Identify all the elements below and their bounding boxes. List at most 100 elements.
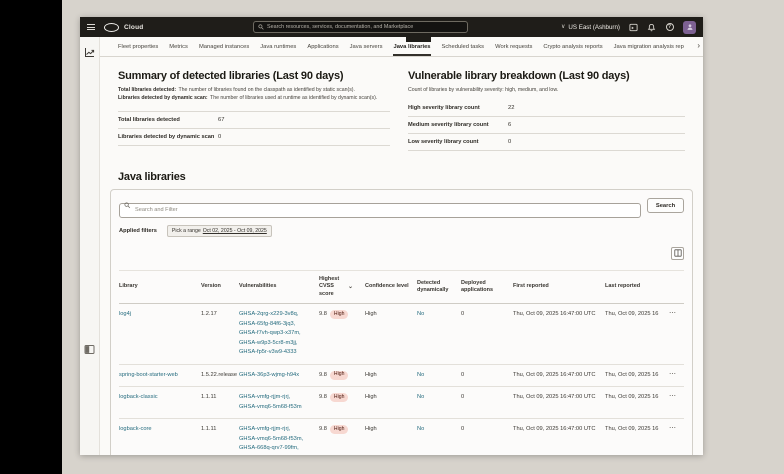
cell-actions: ⋯ <box>669 419 684 441</box>
row-actions-icon[interactable]: ⋯ <box>669 393 677 400</box>
severity-badge: High <box>330 393 348 402</box>
vulnerability-link[interactable]: GHSA-w9p3-5cr8-m3jj, <box>239 340 297 346</box>
cell-last-reported: Thu, Oct 09, 2025 16 <box>605 419 669 441</box>
col-detected[interactable]: Detected dynamically <box>417 275 461 300</box>
manage-columns-icon[interactable] <box>671 247 684 260</box>
announcements-icon[interactable] <box>647 23 656 32</box>
table-row: logback-classic1.1.11GHSA-vmfg-rjjm-rjrj… <box>119 387 684 419</box>
row-actions-icon[interactable]: ⋯ <box>669 310 677 317</box>
col-confidence[interactable]: Confidence level <box>365 278 417 295</box>
hamburger-menu-icon[interactable] <box>87 24 95 30</box>
topbar-search[interactable] <box>253 21 468 33</box>
user-avatar[interactable] <box>683 21 696 34</box>
app-window: Cloud ∨ US East (Ashburn) ? <box>80 17 703 455</box>
tab-scheduled-tasks[interactable]: Scheduled tasks <box>442 37 485 56</box>
topbar-search-input[interactable] <box>267 24 463 30</box>
vulnerability-line: GHSA-f7vh-qwp3-x37m, <box>239 329 313 339</box>
fleet-metrics-icon[interactable] <box>84 45 95 56</box>
cell-detected-dynamically: No <box>417 304 461 326</box>
detected-dynamically-link[interactable]: No <box>417 394 424 400</box>
tab-crypto-analysis-reports[interactable]: Crypto analysis reports <box>543 37 602 56</box>
col-cvss[interactable]: Highest CVSS score ⌄ <box>319 271 365 303</box>
cell-first-reported: Thu, Oct 09, 2025 16:47:00 UTC <box>513 365 605 387</box>
vulnerability-link[interactable]: GHSA-2qrg-x229-3v8q, <box>239 311 298 317</box>
tab-managed-instances[interactable]: Managed instances <box>199 37 249 56</box>
library-link[interactable]: logback-classic <box>119 394 158 400</box>
summary-title: Summary of detected libraries (Last 90 d… <box>118 70 390 82</box>
col-version[interactable]: Version <box>201 278 239 295</box>
cell-first-reported: Thu, Oct 09, 2025 16:47:00 UTC <box>513 387 605 409</box>
col-deployed[interactable]: Deployed applications <box>461 275 513 300</box>
vulnerability-link[interactable]: GHSA-f7vh-qwp3-x37m, <box>239 330 301 336</box>
vulnerability-line: GHSA-668q-qrv7-99fm, <box>239 444 313 454</box>
tab-applications[interactable]: Applications <box>307 37 338 56</box>
tab-java-runtimes[interactable]: Java runtimes <box>260 37 296 56</box>
chevron-down-icon: ∨ <box>561 24 565 30</box>
col-vulnerabilities[interactable]: Vulnerabilities <box>239 278 319 295</box>
detected-dynamically-link[interactable]: No <box>417 311 424 317</box>
search-dropdown-remnant <box>406 37 431 42</box>
vulnerability-link[interactable]: GHSA-36p3-wjmg-h94x <box>239 372 299 378</box>
library-link[interactable]: logback-core <box>119 426 152 432</box>
vulnerability-link[interactable]: GHSA-vmfg-rjjm-rjrj, <box>239 394 290 400</box>
cell-last-reported: Thu, Oct 09, 2025 16 <box>605 387 669 409</box>
cell-actions: ⋯ <box>669 304 684 326</box>
vulnerability-link[interactable]: GHSA-vmq6-5m68-f53m, <box>239 436 303 442</box>
tab-fleet-properties[interactable]: Fleet properties <box>118 37 158 56</box>
table-row: spring-boot-starter-web1.5.22.releaseGHS… <box>119 365 684 388</box>
breakdown-section: Vulnerable library breakdown (Last 90 da… <box>408 70 685 151</box>
region-selector[interactable]: ∨ US East (Ashburn) <box>561 24 620 31</box>
cell-detected-dynamically: No <box>417 365 461 387</box>
vulnerability-line: GHSA-fp5r-v3w9-4333 <box>239 348 313 358</box>
table-body: log4j1.2.17GHSA-2qrg-x229-3v8q,GHSA-65fg… <box>119 304 684 455</box>
cell-detected-dynamically: No <box>417 419 461 441</box>
help-icon[interactable]: ? <box>665 23 674 32</box>
search-button[interactable]: Search <box>647 198 684 213</box>
vulnerability-link[interactable]: GHSA-vmq6-5m68-f53m <box>239 404 302 410</box>
detected-dynamically-link[interactable]: No <box>417 372 424 378</box>
breakdown-row-high: High severity library count 22 <box>408 100 685 117</box>
row-actions-icon[interactable]: ⋯ <box>669 371 677 378</box>
severity-badge: High <box>330 310 348 319</box>
tab-java-servers[interactable]: Java servers <box>350 37 383 56</box>
date-range-filter-chip[interactable]: Pick a range Oct 02, 2025 - Oct 09, 2025 <box>167 225 272 237</box>
tab-scroll-right-icon[interactable]: › <box>697 42 700 50</box>
summary-row-dynamic: Libraries detected by dynamic scan 0 <box>118 129 390 146</box>
panel-toggle-icon[interactable] <box>84 342 95 353</box>
library-link[interactable]: log4j <box>119 311 131 317</box>
col-first-reported[interactable]: First reported <box>513 278 605 295</box>
vulnerability-line: GHSA-w9p3-5cr8-m3jj, <box>239 339 313 349</box>
col-last-reported[interactable]: Last reported <box>605 278 669 295</box>
table-header: Library Version Vulnerabilities Highest … <box>119 270 684 304</box>
summary-section: Summary of detected libraries (Last 90 d… <box>118 70 390 151</box>
cell-deployed-applications: 0 <box>461 419 513 441</box>
vulnerability-link[interactable]: GHSA-vmfg-rjjm-rjrj, <box>239 426 290 432</box>
cell-library: log4j <box>119 304 201 326</box>
tab-metrics[interactable]: Metrics <box>169 37 188 56</box>
library-link[interactable]: spring-boot-starter-web <box>119 372 178 378</box>
cvss-value: 9.8 <box>319 393 327 403</box>
cell-cvss-score: 9.8High <box>319 304 365 326</box>
vulnerability-link[interactable]: GHSA-65fg-84f6-3jq3, <box>239 321 295 327</box>
date-range-link[interactable]: Oct 02, 2025 - Oct 09, 2025 <box>203 228 267 234</box>
tab-java-migration-analysis-rep[interactable]: Java migration analysis rep <box>614 37 684 56</box>
developer-tools-icon[interactable] <box>629 23 638 32</box>
detected-dynamically-link[interactable]: No <box>417 426 424 432</box>
severity-badge: High <box>330 371 348 380</box>
sort-chevron-icon[interactable]: ⌄ <box>348 283 353 291</box>
vulnerability-line: GHSA-vmfg-rjjm-rjrj, <box>239 393 313 403</box>
cell-deployed-applications: 0 <box>461 365 513 387</box>
vulnerability-link[interactable]: GHSA-668q-qrv7-99fm, <box>239 445 299 451</box>
cell-cvss-score: 9.8High <box>319 387 365 409</box>
summary-row-total: Total libraries detected 67 <box>118 111 390 129</box>
col-library[interactable]: Library <box>119 278 201 295</box>
breakdown-row-medium: Medium severity library count 6 <box>408 117 685 134</box>
vulnerability-line: GHSA-36p3-wjmg-h94x <box>239 371 313 381</box>
tab-work-requests[interactable]: Work requests <box>495 37 532 56</box>
topbar: Cloud ∨ US East (Ashburn) ? <box>80 17 703 37</box>
person-icon <box>686 23 694 31</box>
filter-search-input[interactable] <box>119 203 641 218</box>
vulnerability-link[interactable]: GHSA-fp5r-v3w9-4333 <box>239 349 297 355</box>
row-actions-icon[interactable]: ⋯ <box>669 425 677 432</box>
tab-bar-items: Fleet properties Metrics Managed instances… <box>118 37 684 56</box>
